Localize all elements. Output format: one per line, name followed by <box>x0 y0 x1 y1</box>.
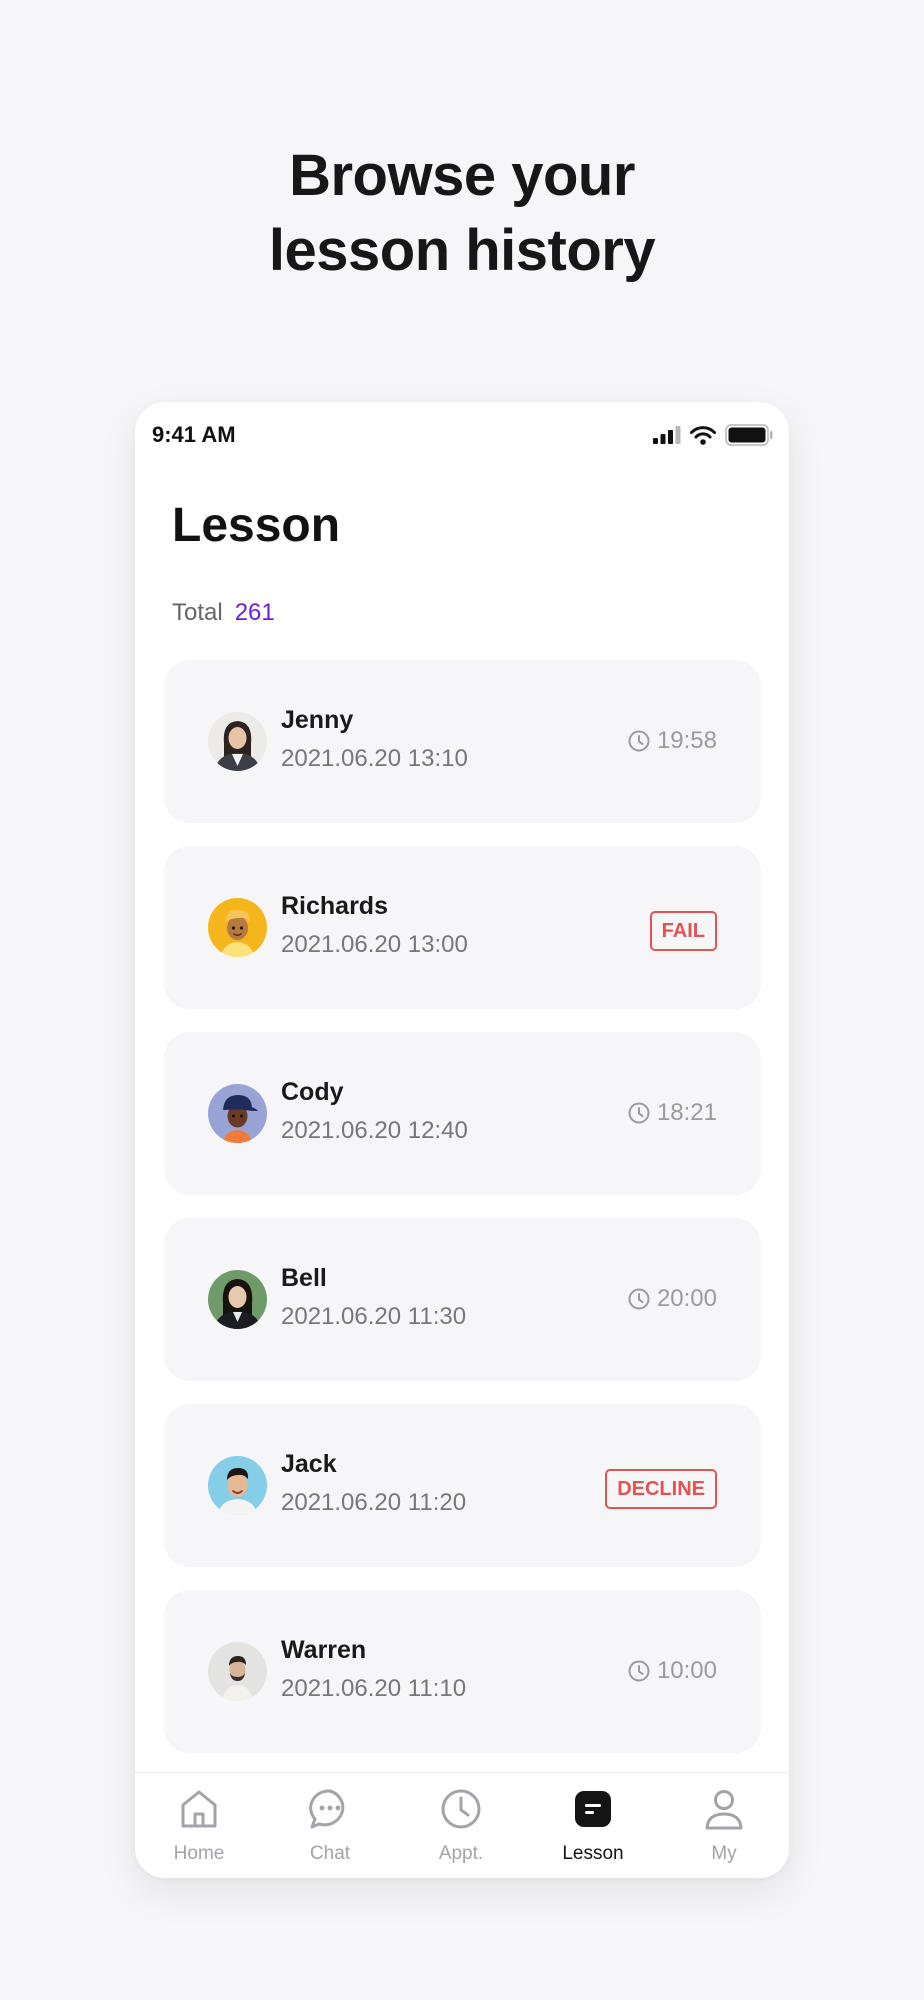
lesson-tutor-name: Jenny <box>281 706 354 734</box>
headline-line-2: lesson history <box>268 218 656 283</box>
page-title: Lesson <box>172 499 341 552</box>
lesson-duration-value: 19:58 <box>656 727 717 754</box>
lesson-date: 2021.06.20 12:40 <box>281 1117 468 1144</box>
lesson-date: 2021.06.20 11:30 <box>281 1303 467 1330</box>
phone-screen: 9:41 AM Lesson Total 261 Jenny 2021.06.2… <box>135 402 789 1878</box>
chat-icon <box>309 1789 345 1829</box>
user-icon <box>705 1790 743 1830</box>
total-count: 261 <box>234 599 275 626</box>
lesson-card[interactable]: Jack 2021.06.20 11:20 DECLINE <box>164 1404 761 1567</box>
tab-label: Home <box>173 1843 225 1864</box>
tab-label: Lesson <box>562 1843 624 1864</box>
lesson-tutor-name: Warren <box>281 1636 367 1664</box>
lesson-icon <box>575 1791 611 1827</box>
clock-icon <box>628 1660 650 1682</box>
lesson-date: 2021.06.20 11:10 <box>281 1675 467 1702</box>
lesson-tutor-name: Bell <box>281 1264 327 1292</box>
clock-icon <box>628 1288 650 1310</box>
tab-label: Appt. <box>438 1843 484 1864</box>
lesson-date: 2021.06.20 13:10 <box>281 745 468 772</box>
lesson-duration-value: 18:21 <box>656 1099 717 1126</box>
tab-chat[interactable]: Chat <box>275 1787 385 1865</box>
lesson-date: 2021.06.20 11:20 <box>281 1489 467 1516</box>
lesson-duration: 18:21 <box>627 1099 717 1127</box>
tab-lesson[interactable]: Lesson <box>538 1787 648 1865</box>
lesson-duration-value: 10:00 <box>656 1657 717 1684</box>
clock-icon <box>628 1102 650 1124</box>
total-summary: Total 261 <box>172 599 275 627</box>
total-label: Total <box>172 599 223 626</box>
tab-label: Chat <box>309 1843 351 1864</box>
status-badge: FAIL <box>649 911 717 951</box>
lesson-duration: 19:58 <box>627 727 717 755</box>
lesson-card[interactable]: Warren 2021.06.20 11:10 10:00 <box>164 1590 761 1753</box>
avatar <box>208 1270 267 1329</box>
avatar <box>208 1642 267 1701</box>
lesson-tutor-name: Jack <box>281 1450 337 1478</box>
battery-icon <box>725 424 773 446</box>
bottom-tab-bar: Home Chat Appt. Lesson My <box>135 1772 789 1878</box>
lesson-card[interactable]: Richards 2021.06.20 13:00 FAIL <box>164 846 761 1009</box>
tab-home[interactable]: Home <box>144 1787 254 1865</box>
lesson-tutor-name: Richards <box>281 892 388 920</box>
status-bar: 9:41 AM <box>135 402 789 464</box>
lesson-duration: 10:00 <box>627 1657 717 1685</box>
signal-icon <box>653 426 681 444</box>
lesson-duration: 20:00 <box>627 1285 717 1313</box>
clock-icon <box>628 730 650 752</box>
avatar <box>208 1084 267 1143</box>
lesson-card[interactable]: Cody 2021.06.20 12:40 18:21 <box>164 1032 761 1195</box>
clock-icon <box>441 1789 481 1829</box>
avatar <box>208 898 267 957</box>
lesson-card[interactable]: Bell 2021.06.20 11:30 20:00 <box>164 1218 761 1381</box>
headline-line-1: Browse your <box>289 143 635 208</box>
lesson-duration-value: 20:00 <box>656 1285 717 1312</box>
avatar <box>208 712 267 771</box>
tab-my[interactable]: My <box>669 1787 779 1865</box>
tab-label: My <box>711 1843 737 1864</box>
tab-appointments[interactable]: Appt. <box>406 1787 516 1865</box>
lesson-card[interactable]: Jenny 2021.06.20 13:10 19:58 <box>164 660 761 823</box>
avatar <box>208 1456 267 1515</box>
lesson-date: 2021.06.20 13:00 <box>281 931 468 958</box>
headline: Browse your lesson history <box>0 138 924 288</box>
status-time: 9:41 AM <box>152 422 236 447</box>
lesson-tutor-name: Cody <box>281 1078 344 1106</box>
home-icon <box>181 1790 217 1828</box>
status-badge: DECLINE <box>605 1469 717 1509</box>
wifi-icon <box>690 425 716 445</box>
